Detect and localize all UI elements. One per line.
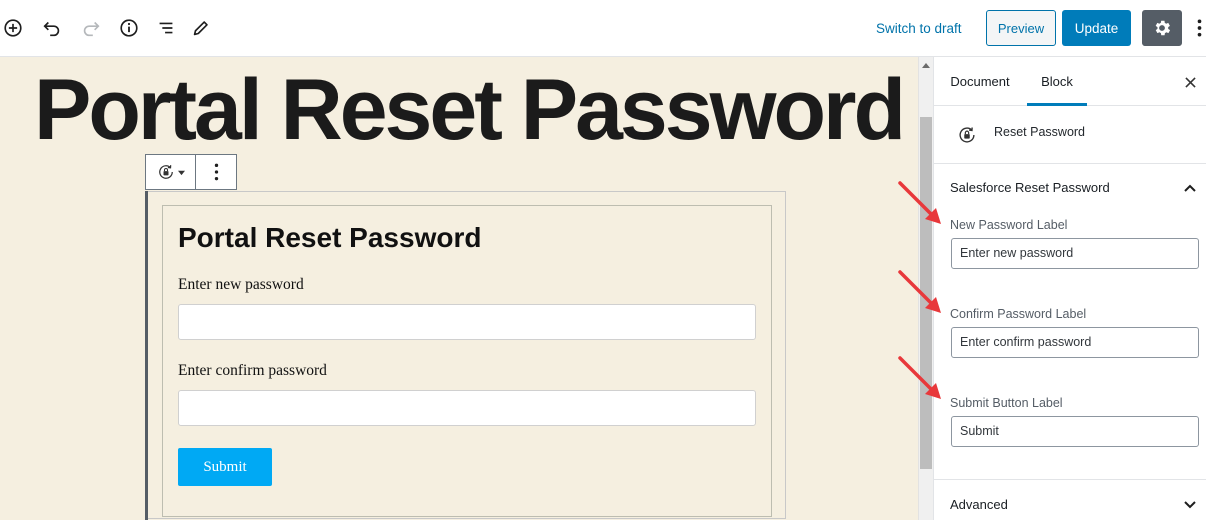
tab-document[interactable]: Document <box>940 57 1020 106</box>
pencil-icon <box>193 21 208 36</box>
more-vertical-icon <box>214 163 218 181</box>
chevron-up-icon <box>1184 184 1196 192</box>
settings-sidebar: Document Block Reset Password Salesforce… <box>933 57 1206 520</box>
form-heading: Portal Reset Password <box>178 222 482 253</box>
new-password-label-field-label: New Password Label <box>950 218 1068 232</box>
lock-reset-icon <box>159 165 173 179</box>
redo-button[interactable] <box>78 14 104 42</box>
confirm-password-label-field-label: Confirm Password Label <box>950 307 1087 321</box>
panel-title: Salesforce Reset Password <box>950 180 1110 195</box>
switch-to-draft-button[interactable]: Switch to draft <box>868 17 970 41</box>
new-password-label-input[interactable]: Enter new password <box>951 238 1199 269</box>
settings-button[interactable] <box>1142 10 1182 46</box>
close-icon <box>1184 76 1196 88</box>
lock-reset-icon <box>959 127 975 143</box>
panel-title: Advanced <box>950 497 1008 512</box>
list-view-icon <box>159 22 173 34</box>
new-password-input[interactable] <box>178 304 756 340</box>
confirm-password-label-input[interactable]: Enter confirm password <box>951 327 1199 358</box>
submit-button[interactable]: Submit <box>178 448 272 486</box>
tools-button[interactable] <box>188 14 214 42</box>
editor-header: Switch to draft Preview Update <box>0 0 1206 57</box>
block-navigation-button[interactable] <box>153 14 179 42</box>
advanced-panel-toggle[interactable]: Advanced <box>934 480 1206 520</box>
chevron-down-icon <box>1184 501 1196 509</box>
block-name: Reset Password <box>994 125 1086 139</box>
undo-icon <box>43 21 60 37</box>
close-sidebar-button[interactable] <box>1180 72 1200 92</box>
confirm-password-label: Enter confirm password <box>178 362 327 379</box>
content-info-button[interactable] <box>116 14 142 42</box>
submit-button-label-input[interactable]: Submit <box>951 416 1199 447</box>
block-more-options-button[interactable] <box>196 155 236 189</box>
reset-password-form-preview: Portal Reset Password Enter new password… <box>162 205 772 517</box>
gear-icon <box>1155 20 1171 36</box>
submit-button-label-field-label: Submit Button Label <box>950 396 1063 410</box>
caret-down-icon <box>178 170 185 175</box>
sidebar-tabs: Document Block <box>934 57 1206 106</box>
undo-button[interactable] <box>39 14 65 42</box>
confirm-password-input[interactable] <box>178 390 756 426</box>
block-card: Reset Password <box>934 106 1206 164</box>
annotation-arrow-icon <box>898 270 941 313</box>
new-password-label: Enter new password <box>178 276 304 293</box>
redo-icon <box>83 21 100 37</box>
post-title[interactable]: Portal Reset Password <box>34 67 914 153</box>
more-tools-button[interactable] <box>1192 14 1206 42</box>
add-block-button[interactable] <box>0 14 26 42</box>
editor-canvas: Portal Reset Password Portal Reset Passw… <box>0 57 918 520</box>
more-vertical-icon <box>1197 19 1201 37</box>
info-icon <box>120 19 138 37</box>
preview-button[interactable]: Preview <box>986 10 1056 46</box>
block-switcher-button[interactable] <box>146 155 196 189</box>
update-button[interactable]: Update <box>1062 10 1131 46</box>
annotation-arrow-icon <box>898 181 941 224</box>
scroll-up-arrow-icon[interactable] <box>922 63 930 68</box>
salesforce-panel-toggle[interactable]: Salesforce Reset Password <box>934 164 1206 212</box>
plus-circle-icon <box>4 19 22 37</box>
block-toolbar <box>145 154 237 190</box>
annotation-arrow-icon <box>898 356 941 399</box>
tab-block[interactable]: Block <box>1027 57 1087 106</box>
